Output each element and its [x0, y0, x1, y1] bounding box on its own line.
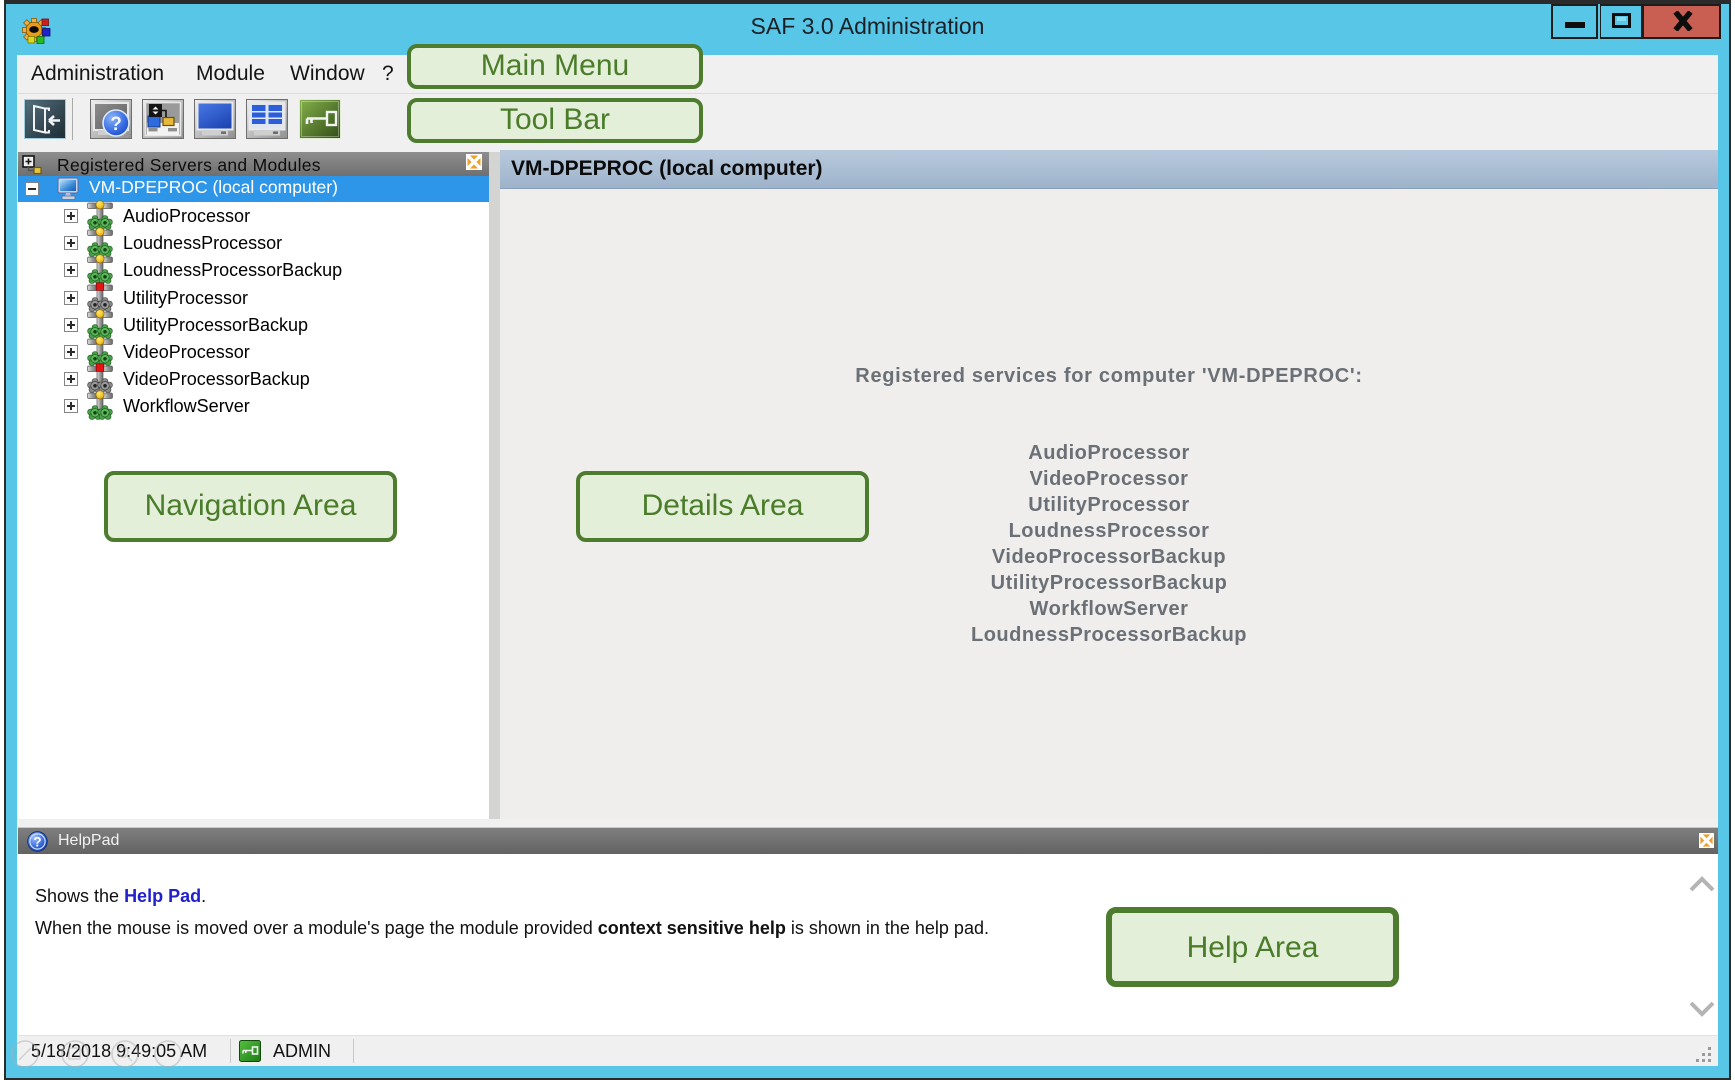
svg-text:?: ? [33, 835, 41, 850]
svg-text:?: ? [110, 114, 122, 135]
